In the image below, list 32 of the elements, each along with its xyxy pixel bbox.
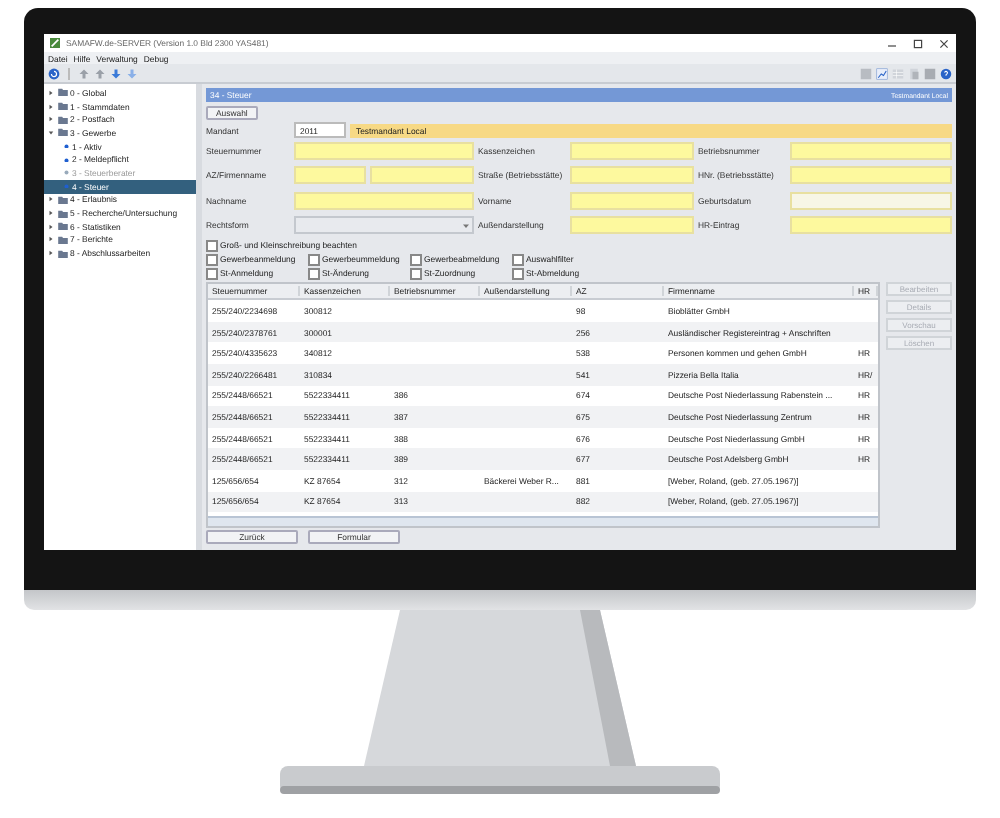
input-field[interactable] [570, 191, 694, 210]
checkbox[interactable] [512, 268, 523, 280]
bullet-icon [64, 143, 69, 149]
dropdown-field[interactable] [294, 216, 474, 235]
checkbox[interactable] [206, 268, 217, 280]
checkbox[interactable] [410, 268, 421, 280]
checkbox[interactable] [206, 240, 217, 252]
bullet-icon [64, 157, 69, 163]
input-field[interactable] [370, 166, 474, 185]
refresh-icon[interactable] [48, 67, 60, 79]
input-field[interactable] [570, 141, 694, 159]
help-icon[interactable] [940, 67, 952, 79]
checkbox[interactable] [308, 254, 319, 266]
input-field[interactable] [294, 191, 474, 210]
checkbox[interactable] [308, 268, 319, 280]
input-field[interactable] [294, 166, 366, 185]
input-field[interactable] [570, 216, 694, 235]
input-field[interactable] [790, 166, 952, 185]
input-field[interactable] [294, 141, 474, 159]
maximize-icon[interactable] [912, 37, 924, 49]
close-icon[interactable] [938, 37, 950, 49]
horizontal-scrollbar[interactable] [208, 515, 878, 525]
bullet-icon [64, 170, 69, 176]
input-field[interactable] [790, 141, 952, 159]
bullet-icon [64, 183, 69, 189]
checkbox[interactable] [410, 254, 421, 266]
checkbox[interactable] [512, 254, 523, 266]
input-field[interactable] [790, 216, 952, 235]
caret-icon [462, 221, 470, 230]
checkbox[interactable] [206, 254, 217, 266]
chart-icon[interactable] [876, 67, 888, 79]
input-field[interactable] [570, 166, 694, 185]
